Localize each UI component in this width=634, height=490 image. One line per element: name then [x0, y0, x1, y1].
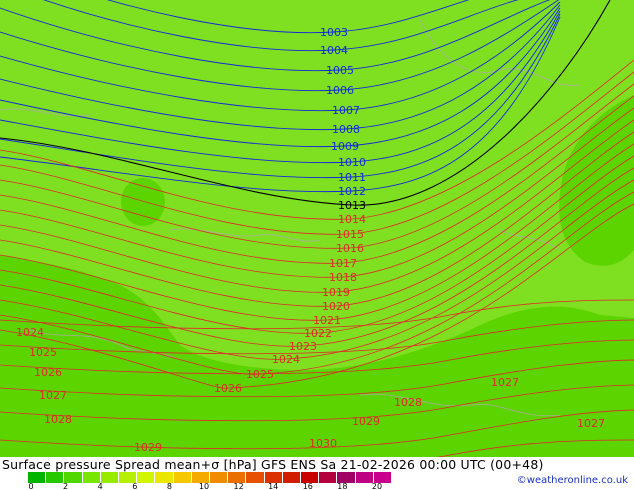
isobar-label-red: 1026 [34, 366, 62, 379]
isobar-label-black: 1013 [338, 199, 366, 212]
scale-tick-label: 2 [63, 482, 69, 490]
isobar-label-red: 1025 [29, 346, 57, 359]
spread-area-west [121, 178, 165, 226]
scale-tick-label: 16 [302, 482, 313, 490]
map-footer: Surface pressure Spread mean+σ [hPa] GFS… [0, 457, 634, 490]
isobar-label-red: 1028 [394, 396, 422, 409]
isobar-label-blue: 1011 [338, 171, 366, 184]
isobar-label-blue: 1010 [338, 156, 366, 169]
isobar-label-blue: 1009 [331, 140, 359, 153]
isobar-label-red: 1025 [246, 368, 274, 381]
scale-tick-label: 0 [28, 482, 34, 490]
isobar-label-red: 1018 [329, 271, 357, 284]
isobar-label-red: 1026 [214, 382, 242, 395]
isobar-label-red: 1027 [39, 389, 67, 402]
scale-tick-label: 20 [371, 482, 383, 490]
isobar-label-red: 1027 [491, 376, 519, 389]
scale-tick-label: 18 [337, 482, 348, 490]
scale-tick-label: 14 [268, 482, 279, 490]
isobar-label-red: 1024 [272, 353, 300, 366]
isobar-label-blue: 1007 [332, 104, 360, 117]
isobar-label-blue: 1004 [320, 44, 348, 57]
scale-tick-label: 8 [166, 482, 172, 490]
isobar-label-blue: 1008 [332, 123, 360, 136]
isobar-label-blue: 1012 [338, 185, 366, 198]
pressure-map: 1003 1004 1005 1006 1007 1008 1009 1010 10111012… [0, 0, 634, 457]
weather-map-page: 1003 1004 1005 1006 1007 1008 1009 1010 1011 1012… [0, 0, 634, 490]
map-title: Surface pressure Spread mean+σ [hPa] GFS… [2, 457, 544, 472]
isobar-label-red: 1022 [304, 327, 332, 340]
isobar-label-red: 1019 [322, 286, 350, 299]
isobar-label-blue: 1003 [320, 26, 348, 39]
isobar-label-red: 1029 [134, 441, 162, 454]
isobar-label-red: 1030 [309, 437, 337, 450]
isobar-label-red: 1017 [329, 257, 357, 270]
isobar-label-red: 1028 [44, 413, 72, 426]
scale-tick-label: 10 [198, 482, 210, 490]
scale-tick-label: 6 [132, 482, 138, 490]
scale-tick-label: 12 [233, 482, 244, 490]
isobar-label-red: 1016 [336, 242, 364, 255]
isobar-label-red: 1029 [352, 415, 380, 428]
isobar-label-red: 1023 [289, 340, 317, 353]
scale-tick-label: 4 [97, 482, 103, 490]
isobar-label-red: 1020 [322, 300, 350, 313]
isobar-label-blue: 1006 [326, 84, 354, 97]
isobar-label-red: 1027 [577, 417, 605, 430]
isobar-label-red: 1014 [338, 213, 366, 226]
isobar-label-red: 1024 [16, 326, 44, 339]
isobar-label-red: 1015 [336, 228, 364, 241]
isobar-label-blue: 1005 [326, 64, 354, 77]
credit-link[interactable]: ©weatheronline.co.uk [517, 475, 628, 486]
isobar-label-red: 1021 [313, 314, 341, 327]
color-scale-ticks: 0 2 4 6 8 10 12 14 16 18 20 [0, 482, 400, 490]
